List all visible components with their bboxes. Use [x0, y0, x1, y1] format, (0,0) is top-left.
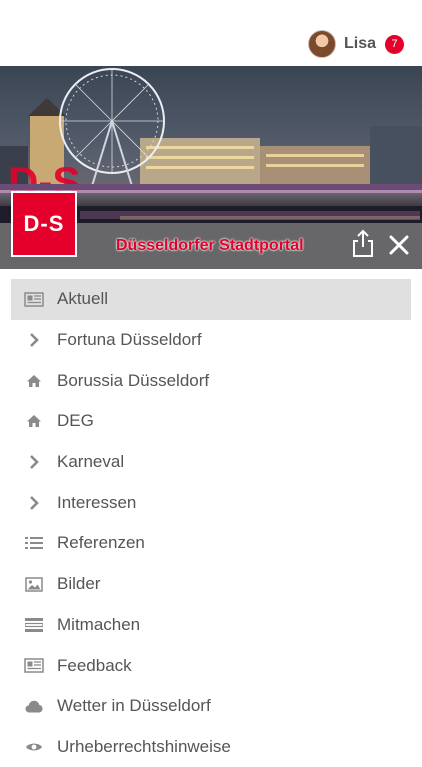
header-banner: D-S D-S Düsseldorfer Stadtportal — [0, 66, 422, 269]
menu-label: Mitmachen — [57, 614, 141, 634]
home-icon — [23, 412, 45, 430]
menu-label: Urheberrechtshinweise — [57, 736, 231, 756]
share-icon — [353, 229, 373, 257]
menu-label: Wetter in Düsseldorf — [57, 696, 211, 716]
navigation-menu: Aktuell Fortuna Düsseldorf Borussia Düss… — [11, 279, 411, 767]
menu-label: Fortuna Düsseldorf — [57, 330, 202, 350]
newspaper-icon — [23, 657, 45, 675]
menu-item-urheberrecht[interactable]: Urheberrechtshinweise — [11, 727, 411, 767]
menu-item-referenzen[interactable]: Referenzen — [11, 523, 411, 564]
avatar[interactable] — [307, 30, 336, 58]
menu-item-bilder[interactable]: Bilder — [11, 564, 411, 605]
cloud-icon — [23, 697, 45, 715]
site-logo: D-S — [11, 191, 77, 257]
menu-label: Referenzen — [57, 533, 145, 553]
logo-text: D-S — [23, 211, 65, 236]
close-button[interactable] — [386, 232, 412, 258]
form-icon — [23, 616, 45, 634]
menu-label: Borussia Düsseldorf — [57, 370, 210, 390]
menu-label: Bilder — [57, 574, 101, 594]
menu-label: Karneval — [57, 452, 125, 472]
user-name[interactable]: Lisa — [344, 35, 376, 53]
share-button[interactable] — [350, 229, 376, 259]
chevron-right-icon — [23, 453, 45, 471]
list-icon — [23, 534, 45, 552]
menu-item-karneval[interactable]: Karneval — [11, 442, 411, 483]
chevron-right-icon — [23, 331, 45, 349]
eye-icon — [23, 738, 45, 756]
menu-item-borussia[interactable]: Borussia Düsseldorf — [11, 360, 411, 401]
menu-label: Feedback — [57, 655, 132, 675]
menu-item-aktuell[interactable]: Aktuell — [11, 279, 411, 320]
menu-item-feedback[interactable]: Feedback — [11, 645, 411, 686]
image-icon — [23, 575, 45, 593]
portal-title: Düsseldorfer Stadtportal — [116, 237, 304, 254]
menu-item-deg[interactable]: DEG — [11, 401, 411, 442]
menu-item-mitmachen[interactable]: Mitmachen — [11, 605, 411, 646]
home-icon — [23, 372, 45, 390]
user-profile[interactable]: Lisa 7 — [307, 29, 404, 59]
menu-item-interessen[interactable]: Interessen — [11, 482, 411, 523]
top-bar: Lisa 7 — [0, 0, 422, 66]
newspaper-icon — [23, 290, 45, 308]
menu-item-wetter[interactable]: Wetter in Düsseldorf — [11, 686, 411, 727]
menu-label: Aktuell — [57, 289, 109, 309]
menu-label: DEG — [57, 411, 94, 431]
chevron-right-icon — [23, 494, 45, 512]
menu-item-fortuna[interactable]: Fortuna Düsseldorf — [11, 320, 411, 361]
notification-badge[interactable]: 7 — [385, 34, 404, 54]
close-icon — [389, 235, 409, 255]
menu-label: Interessen — [57, 492, 137, 512]
